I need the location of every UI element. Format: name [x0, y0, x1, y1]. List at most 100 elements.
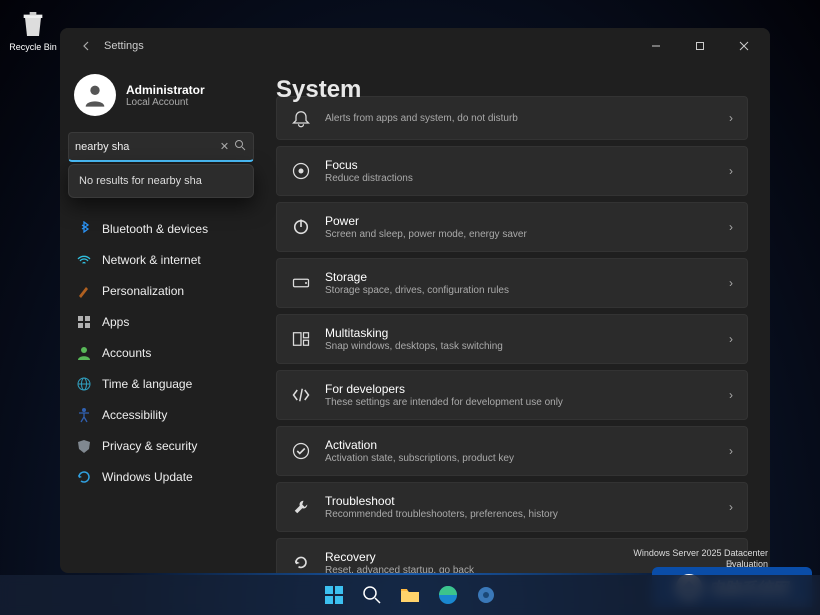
- clear-search-button[interactable]: ✕: [217, 140, 232, 153]
- minimize-icon: [651, 41, 661, 51]
- chevron-right-icon: ›: [729, 444, 733, 458]
- nav: Bluetooth & devices Network & internet Per…: [68, 214, 254, 492]
- search-box[interactable]: ✕: [68, 132, 254, 162]
- nav-item[interactable]: Windows Update: [68, 462, 254, 492]
- main-content[interactable]: System Alerts from apps and system, do n…: [262, 64, 770, 573]
- settings-card[interactable]: StorageStorage space, drives, configurat…: [276, 258, 748, 308]
- settings-task-button[interactable]: [470, 579, 502, 611]
- settings-card[interactable]: ActivationActivation state, subscription…: [276, 426, 748, 476]
- nav-label: Windows Update: [102, 470, 193, 484]
- chevron-right-icon: ›: [729, 332, 733, 346]
- search-input[interactable]: [75, 141, 217, 153]
- dev-icon: [291, 385, 311, 405]
- card-title: Power: [325, 214, 715, 228]
- chevron-right-icon: ›: [729, 164, 733, 178]
- card-subtitle: Storage space, drives, configuration rul…: [325, 285, 715, 296]
- taskbar: [0, 575, 820, 615]
- settings-card[interactable]: FocusReduce distractions ›: [276, 146, 748, 196]
- card-subtitle: These settings are intended for developm…: [325, 397, 715, 408]
- close-icon: [739, 41, 749, 51]
- settings-card[interactable]: PowerScreen and sleep, power mode, energ…: [276, 202, 748, 252]
- power-icon: [291, 217, 311, 237]
- card-title: Storage: [325, 270, 715, 284]
- nav-item[interactable]: Network & internet: [68, 245, 254, 275]
- no-results-text: No results for nearby sha: [79, 175, 202, 187]
- wrench-icon: [291, 497, 311, 517]
- nav-item[interactable]: Privacy & security: [68, 431, 254, 461]
- card-title: Multitasking: [325, 326, 715, 340]
- wifi-icon: [76, 252, 92, 268]
- sidebar: Administrator Local Account ✕ No results…: [60, 64, 262, 573]
- nav-label: Apps: [102, 315, 129, 329]
- brush-icon: [76, 283, 92, 299]
- card-subtitle: Activation state, subscriptions, product…: [325, 453, 715, 464]
- nav-label: Accessibility: [102, 408, 167, 422]
- explorer-button[interactable]: [394, 579, 426, 611]
- card-title: Focus: [325, 158, 715, 172]
- back-button[interactable]: [72, 40, 102, 52]
- check-icon: [291, 441, 311, 461]
- recovery-icon: [291, 553, 311, 573]
- close-button[interactable]: [722, 31, 766, 61]
- recycle-bin-icon: [17, 8, 49, 40]
- window-title: Settings: [104, 40, 144, 52]
- profile[interactable]: Administrator Local Account: [68, 64, 254, 132]
- card-title: For developers: [325, 382, 715, 396]
- start-button[interactable]: [318, 579, 350, 611]
- card-subtitle: Alerts from apps and system, do not dist…: [325, 113, 715, 124]
- card-subtitle: Recommended troubleshooters, preferences…: [325, 509, 715, 520]
- edge-button[interactable]: [432, 579, 464, 611]
- nav-item[interactable]: Personalization: [68, 276, 254, 306]
- avatar: [74, 74, 116, 116]
- person-icon: [76, 345, 92, 361]
- nav-item[interactable]: Accounts: [68, 338, 254, 368]
- profile-type: Local Account: [126, 97, 205, 108]
- chevron-right-icon: ›: [729, 388, 733, 402]
- nav-item[interactable]: Bluetooth & devices: [68, 214, 254, 244]
- maximize-button[interactable]: [678, 31, 722, 61]
- search-icon[interactable]: [232, 139, 247, 154]
- settings-window: Settings Administrator Local Account ✕: [60, 28, 770, 573]
- arrow-left-icon: [81, 40, 93, 52]
- nav-label: Bluetooth & devices: [102, 222, 208, 236]
- globe-icon: [76, 376, 92, 392]
- nav-item[interactable]: Time & language: [68, 369, 254, 399]
- shield-icon: [76, 438, 92, 454]
- card-title: Troubleshoot: [325, 494, 715, 508]
- search-suggestions: No results for nearby sha: [68, 164, 254, 198]
- bluetooth-icon: [76, 221, 92, 237]
- chevron-right-icon: ›: [729, 111, 733, 125]
- edge-icon: [437, 584, 459, 606]
- bell-icon: [291, 108, 311, 128]
- folder-icon: [399, 584, 421, 606]
- settings-card[interactable]: TroubleshootRecommended troubleshooters,…: [276, 482, 748, 532]
- settings-card[interactable]: For developersThese settings are intende…: [276, 370, 748, 420]
- nav-label: Privacy & security: [102, 439, 197, 453]
- nav-label: Network & internet: [102, 253, 201, 267]
- card-title: Activation: [325, 438, 715, 452]
- titlebar: Settings: [60, 28, 770, 64]
- minimize-button[interactable]: [634, 31, 678, 61]
- chevron-right-icon: ›: [729, 220, 733, 234]
- nav-item[interactable]: Accessibility: [68, 400, 254, 430]
- card-subtitle: Reduce distractions: [325, 173, 715, 184]
- recycle-bin-label: Recycle Bin: [9, 42, 57, 52]
- nav-label: Personalization: [102, 284, 184, 298]
- chevron-right-icon: ›: [729, 276, 733, 290]
- update-icon: [76, 469, 92, 485]
- recycle-bin[interactable]: Recycle Bin: [8, 8, 58, 52]
- gear-icon: [475, 584, 497, 606]
- settings-card[interactable]: MultitaskingSnap windows, desktops, task…: [276, 314, 748, 364]
- multitask-icon: [291, 329, 311, 349]
- nav-item[interactable]: Apps: [68, 307, 254, 337]
- search-task-button[interactable]: [356, 579, 388, 611]
- nav-label: Accounts: [102, 346, 151, 360]
- chevron-right-icon: ›: [729, 500, 733, 514]
- storage-icon: [291, 273, 311, 293]
- profile-name: Administrator: [126, 83, 205, 97]
- search-icon: [361, 584, 383, 606]
- nav-label: Time & language: [102, 377, 192, 391]
- focus-icon: [291, 161, 311, 181]
- apps-icon: [76, 314, 92, 330]
- windows-icon: [323, 584, 345, 606]
